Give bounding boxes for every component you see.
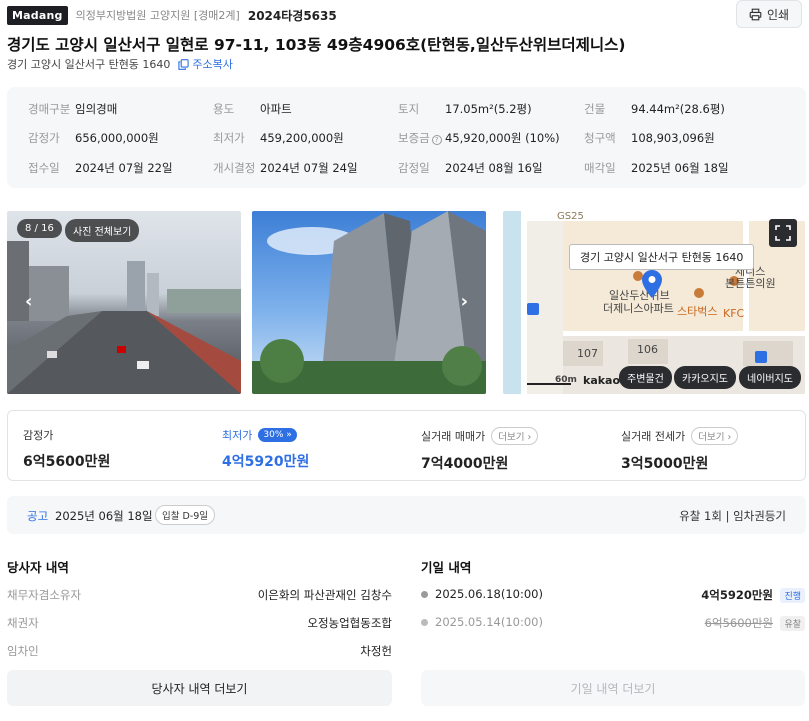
info-land: 토지 17.05m²(5.2평) [398, 102, 532, 116]
copy-icon [178, 58, 190, 70]
info-claim: 청구액 108,903,096원 [584, 131, 715, 145]
jibun-address: 경기 고양시 일산서구 탄현동 1640 [7, 58, 171, 71]
dday-badge: 입찰 D-9일 [155, 505, 216, 525]
price-minimum: 최저가 30% » 4억5920만원 [222, 427, 309, 471]
price-appraisal-label: 감정가 [23, 429, 54, 442]
real-jeonse-more-button[interactable]: 더보기 › [691, 427, 739, 445]
history-dot [421, 591, 428, 598]
double-chevron-down-icon: » [286, 430, 292, 440]
parties-more-button[interactable]: 당사자 내역 더보기 [7, 670, 392, 706]
expand-icon [775, 225, 791, 241]
info-start-date: 개시결정 2024년 07월 24일 [213, 161, 358, 175]
info-appraisal: 감정가 656,000,000원 [28, 131, 159, 145]
madang-logo[interactable]: Madang [7, 5, 68, 25]
history-more-button[interactable]: 기일 내역 더보기 [421, 670, 805, 706]
photo-counter: 8 / 16 [17, 219, 62, 238]
copy-address-label: 주소복사 [192, 58, 233, 71]
map-address-tag: 경기 고양시 일산서구 탄현동 1640 [569, 244, 755, 270]
nearby-items-button[interactable]: 주변물건 [619, 366, 672, 389]
info-auction-type: 경매구분 임의경매 [28, 102, 118, 116]
kakao-map-logo: kakao [583, 374, 621, 387]
notice-bar: 공고 2025년 06월 18일 입찰 D-9일 유찰 1회 | 임차권등기 [7, 496, 806, 534]
history-title: 기일 내역 [421, 560, 472, 575]
price-real-sale-label: 실거래 매매가 [421, 430, 486, 443]
status-badge: 진행 [780, 588, 805, 603]
status-badge: 유찰 [780, 616, 805, 631]
price-appraisal: 감정가 6억5600만원 [23, 427, 110, 471]
info-minimum: 최저가 459,200,000원 [213, 131, 344, 145]
map-label-starbucks: 스타벅스 [677, 305, 718, 318]
price-summary: 감정가 6억5600만원 최저가 30% » 4억5920만원 실거래 매매가 더보… [7, 410, 806, 481]
prev-photo-icon[interactable]: ‹ [25, 291, 32, 312]
chevron-right-icon: › [727, 432, 732, 443]
price-real-jeonse-label: 실거래 전세가 [621, 430, 686, 443]
kakao-map-button[interactable]: 카카오지도 [674, 366, 736, 389]
map-label-106: 106 [637, 343, 658, 356]
next-photo-icon[interactable]: › [461, 291, 468, 312]
real-sale-more-button[interactable]: 더보기 › [491, 427, 539, 445]
print-button[interactable]: 인쇄 [736, 0, 802, 28]
property-photo-tower[interactable]: › [252, 211, 486, 394]
map-scale: 60m [555, 375, 577, 385]
notice-status: 유찰 1회 | 임차권등기 [679, 509, 786, 523]
map-label-clinic2: 본튼튼의원 [725, 277, 776, 290]
court-name: 의정부지방법원 고양지원 [경매2계] [75, 9, 240, 22]
info-appraisal-date: 감정일 2024년 08월 16일 [398, 161, 543, 175]
auction-info-panel: 경매구분 임의경매 용도 아파트 토지 17.05m²(5.2평) 건물 94.44m²… [7, 87, 806, 188]
price-real-sale: 실거래 매매가 더보기 › 7억4000만원 [421, 427, 539, 473]
view-all-photos-button[interactable]: 사진 전체보기 [65, 219, 140, 242]
info-building: 건물 94.44m²(28.6평) [584, 102, 725, 116]
top-bar: Madang 의정부지방법원 고양지원 [경매2계] 2024타경5635 인쇄 [7, 0, 802, 28]
chevron-right-icon: › [527, 432, 532, 443]
print-label: 인쇄 [766, 7, 790, 22]
history-dot [421, 619, 428, 626]
copy-address-button[interactable]: 주소복사 [178, 56, 233, 72]
discount-badge: 30% » [258, 428, 297, 442]
price-real-sale-value: 7억4000만원 [421, 456, 509, 472]
price-real-jeonse: 실거래 전세가 더보기 › 3억5000만원 [621, 427, 739, 473]
case-number: 2024타경5635 [247, 8, 337, 23]
parties-title: 당사자 내역 [7, 560, 69, 575]
address-line: 경기 고양시 일산서구 탄현동 1640 주소복사 [7, 56, 233, 72]
printer-icon [749, 8, 762, 20]
info-sale-date: 매각일 2025년 06월 18일 [584, 161, 729, 175]
notice-date: 2025년 06월 18일 [55, 509, 153, 523]
map-fullscreen-button[interactable] [769, 219, 797, 247]
price-appraisal-value: 6억5600만원 [23, 454, 111, 470]
info-receipt-date: 접수일 2024년 07월 22일 [28, 161, 173, 175]
info-usage: 용도 아파트 [213, 102, 292, 116]
property-title: 경기도 고양시 일산서구 일현로 97-11, 103동 49층4906호(탄현… [7, 36, 626, 54]
location-map[interactable]: GS25 일산두산위브 더제니스아파트 스타벅스 KFC 제니스 본튼튼의원 1… [503, 211, 805, 394]
info-deposit: 보증금? 45,920,000원 (10%) [398, 131, 560, 145]
tower-image [252, 211, 486, 394]
help-icon[interactable]: ? [431, 135, 442, 145]
map-pin-icon [642, 270, 662, 298]
map-label-apt2: 더제니스아파트 [603, 302, 674, 315]
map-label-gs25: GS25 [557, 211, 584, 222]
naver-map-button[interactable]: 네이버지도 [739, 366, 801, 389]
price-minimum-label: 최저가 [222, 429, 253, 442]
price-minimum-value: 4억5920만원 [222, 454, 310, 470]
price-real-jeonse-value: 3억5000만원 [621, 456, 709, 472]
property-photo-street[interactable]: 8 / 16 사진 전체보기 ‹ [7, 211, 241, 394]
map-label-kfc: KFC [723, 307, 745, 320]
map-label-107: 107 [577, 347, 598, 360]
notice-label: 공고 [27, 509, 49, 523]
